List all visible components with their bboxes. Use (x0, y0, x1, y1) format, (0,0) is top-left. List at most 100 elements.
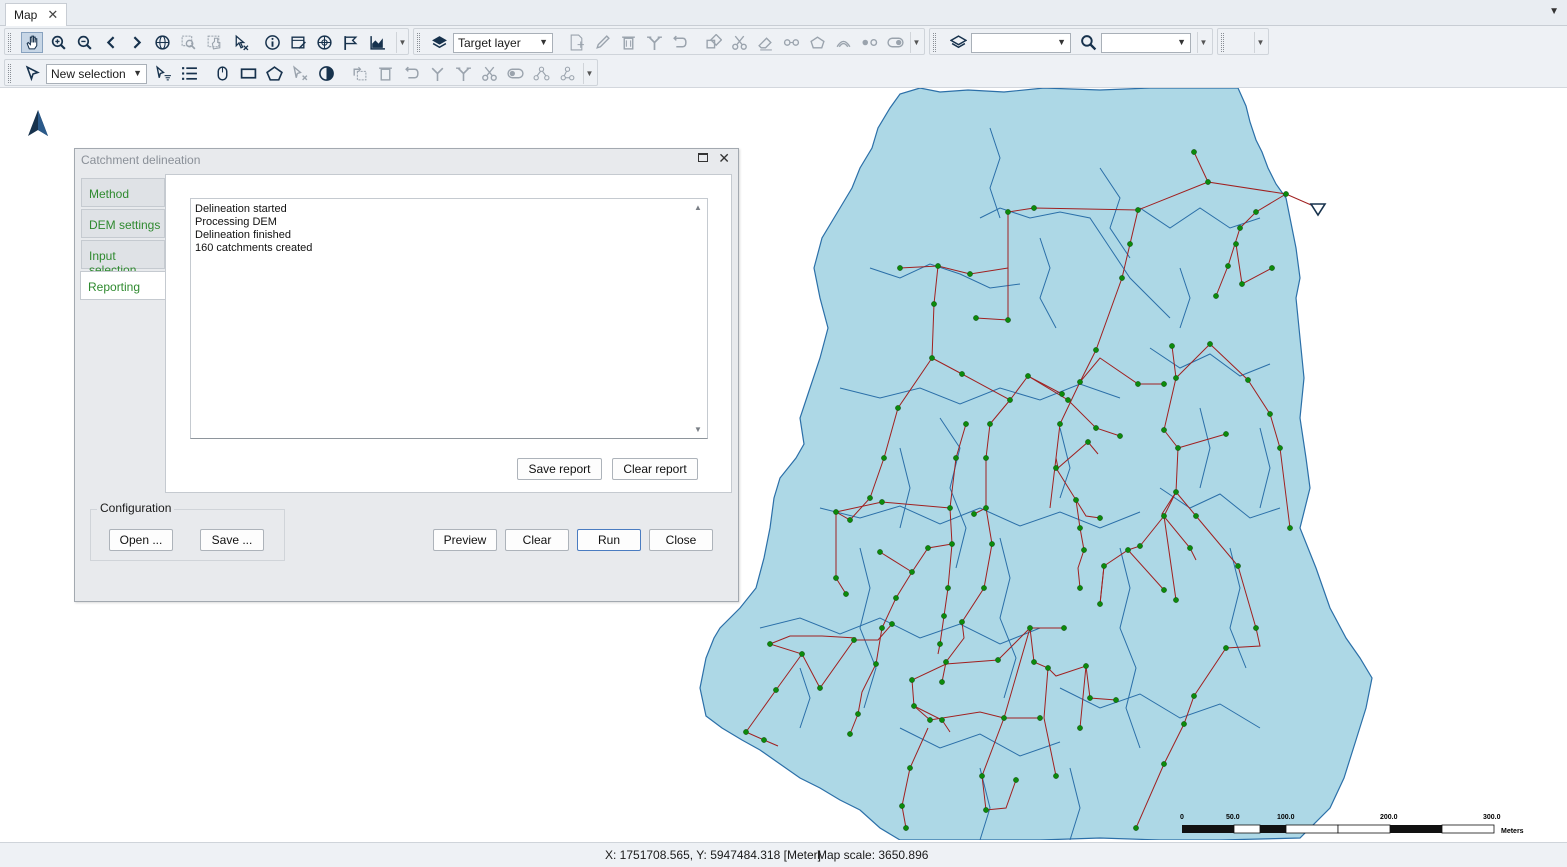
document-tab-bar: Map ✕ ▼ (0, 0, 1567, 26)
rotate-icon[interactable] (348, 63, 370, 84)
save-config-button[interactable]: Save ... (200, 529, 264, 551)
main-toolbar: ▼ Target layer ▼ ▼ ▼ ▼ ▼ ▼ (0, 26, 1567, 57)
clear-report-button[interactable]: Clear report (612, 458, 698, 480)
select-pointer-icon[interactable] (21, 63, 43, 84)
pan-selection-icon[interactable] (203, 32, 225, 53)
vertex-icon[interactable] (780, 32, 802, 53)
new-feature-icon[interactable] (565, 32, 587, 53)
invert-selection-icon[interactable] (315, 63, 337, 84)
zoom-out-icon[interactable] (73, 32, 95, 53)
scale-label-200: 200.0 (1380, 814, 1398, 821)
close-icon[interactable]: ✕ (47, 7, 58, 23)
toolbar-overflow-icon[interactable]: ▼ (583, 63, 595, 84)
toggle-link-icon[interactable] (504, 63, 526, 84)
list-icon[interactable] (178, 63, 200, 84)
tab-method[interactable]: Method (81, 178, 165, 207)
toolbar-grip[interactable] (417, 33, 420, 52)
mouse-select-icon[interactable] (211, 63, 233, 84)
clear-selected-icon[interactable] (289, 63, 311, 84)
chart-icon[interactable] (366, 32, 388, 53)
connect-icon[interactable] (426, 63, 448, 84)
full-extent-icon[interactable] (151, 32, 173, 53)
edit-attributes-icon[interactable] (287, 32, 309, 53)
filter-selection-icon[interactable] (152, 63, 174, 84)
close-icon[interactable]: ✕ (718, 150, 730, 167)
toolbar-overflow-icon[interactable]: ▼ (1197, 32, 1209, 53)
cut-icon[interactable] (728, 32, 750, 53)
scroll-up-icon[interactable]: ▲ (694, 203, 702, 212)
cursor-coordinates: X: 1751708.565, Y: 5947484.318 [Meter] (605, 848, 821, 862)
chevron-down-icon: ▼ (539, 37, 548, 47)
tab-reporting[interactable]: Reporting (80, 271, 166, 300)
toolbar-overflow-icon[interactable]: ▼ (910, 32, 922, 53)
polygon-icon[interactable] (806, 32, 828, 53)
search-select[interactable]: ▼ (1101, 33, 1191, 53)
report-log[interactable]: Delineation started Processing DEM Delin… (190, 198, 708, 439)
scale-label-50: 50.0 (1226, 814, 1240, 821)
layer-icon[interactable] (428, 32, 450, 53)
merge-icon[interactable] (702, 32, 724, 53)
selection-mode-value: New selection (51, 67, 126, 81)
tree-icon[interactable] (530, 63, 552, 84)
target-layer-select[interactable]: Target layer ▼ (453, 33, 553, 53)
delete-selected-icon[interactable] (374, 63, 396, 84)
maximize-icon[interactable] (698, 153, 708, 162)
delete-icon[interactable] (617, 32, 639, 53)
chevron-down-icon: ▼ (1057, 37, 1066, 47)
preview-button[interactable]: Preview (433, 529, 497, 551)
log-line: 160 catchments created (195, 242, 313, 254)
pan-icon[interactable] (21, 32, 43, 53)
eraser-icon[interactable] (754, 32, 776, 53)
buffer-icon[interactable] (832, 32, 854, 53)
close-button[interactable]: Close (649, 529, 713, 551)
scale-unit-label: Meters (1501, 828, 1524, 835)
chevron-down-icon: ▼ (1177, 37, 1186, 47)
scale-label-100: 100.0 (1277, 814, 1295, 821)
toolbar-grip[interactable] (1221, 33, 1224, 52)
back-icon[interactable] (100, 32, 122, 53)
layer-select[interactable]: ▼ (971, 33, 1071, 53)
undo-edit-icon[interactable] (400, 63, 422, 84)
tab-dem-settings[interactable]: DEM settings (81, 209, 165, 238)
undo-icon[interactable] (668, 32, 690, 53)
edit-icon[interactable] (591, 32, 613, 53)
clear-selection-icon[interactable] (229, 32, 251, 53)
layers-stack-icon[interactable] (947, 32, 969, 53)
catchment-delineation-dialog: Catchment delineation ✕ Method DEM setti… (74, 148, 739, 602)
toolbar-grip[interactable] (8, 64, 11, 83)
zoom-selection-icon[interactable] (177, 32, 199, 53)
open-config-button[interactable]: Open ... (109, 529, 173, 551)
points-icon[interactable] (858, 32, 880, 53)
log-scrollbar[interactable]: ▲ ▼ (691, 199, 707, 438)
toolbar-grip[interactable] (8, 33, 11, 52)
flag-icon[interactable] (339, 32, 361, 53)
forward-icon[interactable] (125, 32, 147, 53)
info-icon[interactable] (261, 32, 283, 53)
save-report-button[interactable]: Save report (517, 458, 602, 480)
outlet-marker-icon[interactable] (1309, 203, 1327, 217)
toggle-icon[interactable] (884, 32, 906, 53)
split-icon[interactable] (643, 32, 665, 53)
rectangle-select-icon[interactable] (237, 63, 259, 84)
split-node-icon[interactable] (452, 63, 474, 84)
selection-toolbar: New selection ▼ ▼ (0, 57, 1567, 88)
clear-button[interactable]: Clear (505, 529, 569, 551)
network-trace-icon[interactable] (556, 63, 578, 84)
chevron-down-icon[interactable]: ▼ (1549, 6, 1559, 17)
tab-input-selection[interactable]: Input selection (81, 240, 165, 277)
catchment-area[interactable] (699, 88, 1373, 840)
selection-mode-select[interactable]: New selection ▼ (46, 64, 147, 84)
network-icon[interactable] (313, 32, 335, 53)
tab-map[interactable]: Map ✕ (5, 3, 68, 26)
log-line: Processing DEM (195, 216, 277, 228)
run-button[interactable]: Run (577, 529, 641, 551)
cut-link-icon[interactable] (478, 63, 500, 84)
toolbar-overflow-icon[interactable]: ▼ (396, 32, 408, 53)
search-icon[interactable] (1077, 32, 1099, 53)
scroll-down-icon[interactable]: ▼ (694, 425, 702, 434)
toolbar-grip[interactable] (933, 33, 936, 52)
toolbar-overflow-icon[interactable]: ▼ (1254, 32, 1266, 53)
polygon-select-icon[interactable] (263, 63, 285, 84)
status-bar: X: 1751708.565, Y: 5947484.318 [Meter] M… (0, 842, 1567, 867)
zoom-in-icon[interactable] (47, 32, 69, 53)
